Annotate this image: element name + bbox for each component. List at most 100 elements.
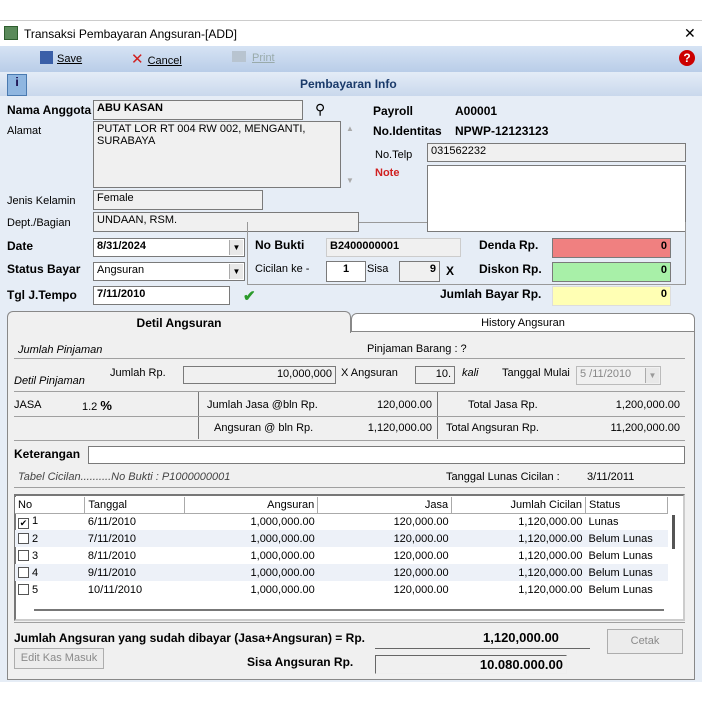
payroll-label: Payroll: [373, 104, 414, 118]
angs-bln-value: 1,120,000.00: [367, 422, 432, 434]
sisa-field: 9: [399, 261, 440, 282]
section-title: Pembayaran Info: [300, 77, 397, 91]
tab-detil-angsuran[interactable]: Detil Angsuran: [7, 311, 351, 333]
row-checkbox[interactable]: [18, 583, 29, 595]
nama-field[interactable]: ABU KASAN: [93, 100, 303, 120]
chevron-down-icon[interactable]: ▼: [645, 368, 659, 383]
pinjaman-barang-label: Pinjaman Barang : ?: [367, 343, 467, 355]
cell-tanggal: 7/11/2010: [84, 530, 185, 547]
cell-angsuran: 1,000,000.00: [250, 515, 315, 528]
tanggal-lunas-value: 3/11/2011: [587, 471, 635, 483]
title-bar: Transaksi Pembayaran Angsuran-[ADD] ✕: [0, 20, 702, 46]
jumlah-bayar-label: Jumlah Bayar Rp.: [440, 287, 542, 301]
jasa-label: JASA: [14, 399, 42, 411]
search-icon[interactable]: ⚲: [315, 101, 325, 118]
table-row[interactable]: 4 9/11/2010 1,000,000.00 120,000.00 1,12…: [15, 564, 668, 581]
col-jasa[interactable]: Jasa: [317, 497, 453, 514]
cell-jumlah: 1,120,000.00: [518, 515, 583, 528]
cell-jasa: 120,000.00: [393, 583, 449, 596]
dibayar-label: Jumlah Angsuran yang sudah dibayar (Jasa…: [14, 631, 365, 645]
cell-no: ✔ 1: [18, 514, 39, 529]
denda-field[interactable]: 0: [552, 238, 671, 258]
cell-status: Belum Lunas: [588, 549, 653, 562]
col-jumlah-cicilan[interactable]: Jumlah Cicilan: [451, 497, 587, 514]
check-icon[interactable]: ✔: [243, 287, 256, 305]
cetak-button[interactable]: Cetak: [607, 629, 683, 654]
col-angsuran[interactable]: Angsuran: [184, 497, 319, 514]
alamat-field[interactable]: PUTAT LOR RT 004 RW 002, MENGANTI, SURAB…: [93, 121, 341, 188]
keterangan-field[interactable]: [88, 446, 685, 464]
bukti-field: B2400000001: [326, 238, 461, 257]
cell-status: Belum Lunas: [588, 583, 653, 596]
cell-jumlah: 1,120,000.00: [518, 549, 583, 562]
jasa-pct: 1.2 %: [82, 398, 112, 413]
col-no[interactable]: No: [15, 497, 86, 514]
diskon-label: Diskon Rp.: [479, 262, 542, 276]
save-button[interactable]: Save: [40, 51, 82, 65]
floppy-icon: [40, 51, 53, 64]
identitas-label: No.Identitas: [373, 124, 442, 138]
tanggal-lunas-label: Tanggal Lunas Cicilan :: [446, 471, 560, 483]
tab-history-angsuran[interactable]: History Angsuran: [351, 313, 695, 332]
help-icon[interactable]: ?: [679, 50, 695, 66]
cell-no: 5: [15, 581, 85, 598]
x-label: X: [446, 264, 455, 278]
cell-status: Belum Lunas: [585, 564, 668, 581]
print-button[interactable]: Print: [232, 51, 275, 64]
telp-field[interactable]: 031562232: [427, 143, 686, 162]
row-checkbox[interactable]: ✔: [18, 517, 29, 529]
app-icon: [4, 26, 18, 40]
table-row[interactable]: 3 8/11/2010 1,000,000.00 120,000.00 1,12…: [15, 547, 668, 564]
payroll-value: A00001: [455, 104, 498, 118]
alamat-label: Alamat: [7, 125, 42, 137]
bukti-label: No Bukti: [255, 238, 305, 252]
table-row[interactable]: 5 10/11/2010 1,000,000.00 120,000.00 1,1…: [15, 581, 668, 598]
cancel-button[interactable]: ✕ Cancel: [131, 50, 182, 68]
tabel-cicilan-label: Tabel Cicilan..........No Bukti : P10000…: [18, 471, 231, 483]
cell-status: Lunas: [588, 515, 619, 528]
chevron-down-icon[interactable]: ▼: [229, 240, 243, 255]
cell-status: Belum Lunas: [585, 530, 668, 547]
scroll-up-icon[interactable]: ▲: [346, 124, 354, 133]
cell-jumlah: 1,120,000.00: [451, 530, 586, 547]
chevron-down-icon[interactable]: ▼: [229, 264, 243, 279]
edit-kas-masuk-button[interactable]: Edit Kas Masuk: [14, 648, 104, 669]
row-checkbox[interactable]: [18, 549, 29, 561]
tempo-field[interactable]: 7/11/2010: [93, 286, 230, 305]
status-combo[interactable]: Angsuran ▼: [93, 262, 245, 281]
row-checkbox[interactable]: [18, 532, 29, 544]
jumlah-bayar-field[interactable]: 0: [552, 286, 671, 306]
cicilan-table: No Tanggal Angsuran Jasa Jumlah Cicilan …: [15, 497, 668, 598]
scroll-down-icon[interactable]: ▼: [346, 176, 354, 185]
table-row[interactable]: 2 7/11/2010 1,000,000.00 120,000.00 1,12…: [15, 530, 668, 547]
col-tanggal[interactable]: Tanggal: [84, 497, 186, 514]
keterangan-label: Keterangan: [14, 447, 81, 461]
identitas-value: NPWP-12123123: [455, 124, 549, 138]
total-jasa-label: Total Jasa Rp.: [468, 399, 538, 411]
sisa-angsuran-value: 10.080.000.00: [375, 655, 567, 674]
tanggal-mulai-combo[interactable]: 5 /11/2010 ▼: [576, 366, 661, 385]
table-row[interactable]: ✔ 1 6/11/2010 1,000,000.00 120,000.00 1,1…: [15, 513, 668, 530]
jasa-bln-value: 120,000.00: [376, 399, 432, 411]
diskon-field[interactable]: 0: [552, 262, 671, 282]
date-combo[interactable]: 8/31/2024 ▼: [93, 238, 245, 257]
x-angsuran-field: 10.: [415, 366, 455, 384]
cell-jasa: 120,000.00: [393, 549, 449, 562]
col-status[interactable]: Status: [585, 497, 668, 514]
detil-pinjaman-label: Detil Pinjaman: [14, 375, 85, 387]
vertical-scrollbar[interactable]: [672, 515, 675, 549]
dibayar-value: 1,120,000.00: [483, 630, 559, 645]
sisa-angsuran-label: Sisa Angsuran Rp.: [247, 655, 354, 669]
row-checkbox[interactable]: [18, 566, 29, 578]
status-label: Status Bayar: [7, 262, 81, 276]
cell-angsuran: 1,000,000.00: [250, 549, 315, 562]
telp-label: No.Telp: [375, 149, 413, 161]
close-icon[interactable]: ✕: [684, 25, 696, 42]
jk-field[interactable]: Female: [93, 190, 263, 210]
cell-angsuran: 1,000,000.00: [184, 530, 318, 547]
horizontal-scrollbar[interactable]: [34, 609, 664, 611]
cell-tanggal: 6/11/2010: [87, 515, 137, 528]
total-jasa-value: 1,200,000.00: [615, 399, 680, 411]
cicilan-field[interactable]: 1: [326, 261, 366, 282]
cell-angsuran: 1,000,000.00: [184, 564, 318, 581]
